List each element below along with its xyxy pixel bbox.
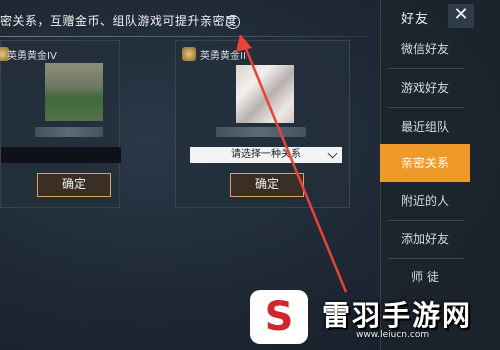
watermark-title: 雷羽手游网 — [322, 299, 473, 332]
arrow-line — [242, 43, 348, 293]
logo-s-icon: S — [264, 294, 294, 340]
watermark-logo: S — [250, 290, 308, 344]
watermark: S 雷羽手游网 www.leiucn.com — [250, 286, 500, 350]
watermark-url: www.leiucn.com — [356, 330, 430, 340]
arrow-head — [236, 34, 252, 52]
